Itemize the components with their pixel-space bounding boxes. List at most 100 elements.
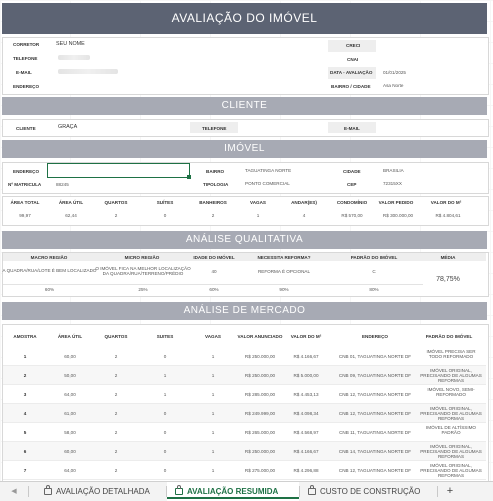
sample-number[interactable]: 7 bbox=[6, 468, 44, 473]
table-cell[interactable]: 1 bbox=[145, 373, 185, 378]
sample-number[interactable]: 6 bbox=[6, 449, 44, 454]
metric-value[interactable]: 0 bbox=[145, 213, 185, 218]
qual-percent: 60% bbox=[44, 287, 55, 292]
table-cell[interactable]: R$ 4.568,97 bbox=[284, 430, 328, 435]
table-cell[interactable]: 2 bbox=[96, 411, 136, 416]
table-cell[interactable]: 60,00 bbox=[50, 354, 90, 359]
table-cell[interactable]: 1 bbox=[193, 449, 233, 454]
sample-number[interactable]: 1 bbox=[6, 354, 44, 359]
cliente-value[interactable]: GRAÇA bbox=[58, 124, 77, 130]
imovel-endereco-input[interactable] bbox=[47, 163, 190, 178]
metric-value[interactable]: R$ 4.804,61 bbox=[424, 213, 472, 218]
table-cell[interactable]: R$ 265.000,00 bbox=[236, 430, 284, 435]
imovel-cidade-value[interactable]: BRASILIA bbox=[383, 168, 404, 173]
table-cell[interactable]: CNB 14, TAGUATINGA NORTE DF bbox=[330, 449, 420, 454]
cell-fill-handle[interactable] bbox=[187, 175, 191, 179]
table-cell[interactable]: IMÓVEL ORIGINAL, PRECISANDO DE ALGUMAS R… bbox=[420, 463, 482, 479]
metric-value[interactable]: 62,44 bbox=[52, 213, 90, 218]
table-cell[interactable]: 1 bbox=[193, 373, 233, 378]
table-cell[interactable]: IMÓVEL ORIGINAL, PRECISANDO DE ALGUMAS R… bbox=[420, 406, 482, 422]
table-cell[interactable]: 61,00 bbox=[50, 411, 90, 416]
table-cell[interactable]: CNB 12, TAGUATINGA NORTE DF bbox=[330, 411, 420, 416]
metric-value[interactable]: 1 bbox=[238, 213, 278, 218]
table-cell[interactable]: R$ 250.000,00 bbox=[236, 373, 284, 378]
metric-value[interactable]: R$ 300.000,00 bbox=[374, 213, 422, 218]
table-cell[interactable]: 0 bbox=[145, 430, 185, 435]
table-cell[interactable]: 1 bbox=[193, 430, 233, 435]
table-cell[interactable]: CNB 12, TAGUATINGA NORTE DF bbox=[330, 392, 420, 397]
table-cell[interactable]: 0 bbox=[145, 411, 185, 416]
table-cell[interactable]: 58,00 bbox=[50, 430, 90, 435]
table-cell[interactable]: R$ 4.166,67 bbox=[284, 354, 328, 359]
matricula-value[interactable]: 88245 bbox=[56, 182, 69, 187]
imovel-bairro-value[interactable]: TAGUATINGA NORTE bbox=[245, 168, 291, 173]
sample-number[interactable]: 5 bbox=[6, 430, 44, 435]
metric-value[interactable]: 4 bbox=[284, 213, 324, 218]
sample-number[interactable]: 2 bbox=[6, 373, 44, 378]
metric-value[interactable]: 99,97 bbox=[6, 213, 44, 218]
metric-value[interactable]: 2 bbox=[193, 213, 233, 218]
table-cell[interactable]: R$ 5.000,00 bbox=[284, 373, 328, 378]
table-cell[interactable]: 1 bbox=[193, 411, 233, 416]
sample-number[interactable]: 4 bbox=[6, 411, 44, 416]
email-value-redacted[interactable] bbox=[58, 69, 118, 74]
table-cell[interactable]: CNB 12, TAGUATINGA NORTE DF bbox=[330, 468, 420, 473]
table-cell[interactable]: IMÓVEL PRECISA SER TODO REFORMADO bbox=[420, 349, 482, 359]
add-sheet-button[interactable]: + bbox=[443, 482, 457, 501]
table-cell[interactable]: CNB 11, TAGUATINGA NORTE DF bbox=[330, 430, 420, 435]
qual-reforma-value[interactable]: REFORMA É OPCIONAL bbox=[240, 269, 328, 274]
spreadsheet-canvas[interactable]: AVALIAÇÃO DO IMÓVEL CORRETOR SEU NOME TE… bbox=[0, 0, 493, 481]
table-cell[interactable]: R$ 275.000,00 bbox=[236, 468, 284, 473]
table-cell[interactable]: 2 bbox=[96, 373, 136, 378]
bairro-cidade-value[interactable]: Asa Norte bbox=[383, 83, 403, 88]
table-cell[interactable]: R$ 250.000,00 bbox=[236, 354, 284, 359]
table-cell[interactable]: R$ 250.000,00 bbox=[236, 449, 284, 454]
table-cell[interactable]: R$ 285.000,00 bbox=[236, 392, 284, 397]
table-cell[interactable]: 1 bbox=[193, 468, 233, 473]
table-cell[interactable]: 60,00 bbox=[50, 449, 90, 454]
table-cell[interactable]: IMÓVEL ORIGINAL, PRECISANDO DE ALGUMAS R… bbox=[420, 444, 482, 460]
table-cell[interactable]: 0 bbox=[145, 449, 185, 454]
table-cell[interactable]: R$ 4.453,13 bbox=[284, 392, 328, 397]
table-cell[interactable]: R$ 4.166,67 bbox=[284, 449, 328, 454]
table-cell[interactable]: R$ 4.098,34 bbox=[284, 411, 328, 416]
table-cell[interactable]: CNB 09, TAGUATINGA NORTE DF bbox=[330, 373, 420, 378]
qual-idade-value[interactable]: 40 bbox=[190, 269, 238, 274]
cep-value[interactable]: 72315XX bbox=[383, 181, 402, 186]
tab-avaliacao-resumida[interactable]: AVALIAÇÃO RESUMIDA bbox=[167, 482, 299, 501]
table-cell[interactable]: 0 bbox=[145, 468, 185, 473]
table-cell[interactable]: R$ 249.999,00 bbox=[236, 411, 284, 416]
table-cell[interactable]: 2 bbox=[96, 468, 136, 473]
table-cell[interactable]: 1 bbox=[193, 392, 233, 397]
table-cell[interactable]: 2 bbox=[96, 430, 136, 435]
qual-micro-value[interactable]: O IMÓVEL FICA NA MELHOR LOCALIZAÇÃO DA Q… bbox=[95, 266, 191, 277]
tab-scroll-left-button[interactable]: ◀ bbox=[4, 482, 24, 501]
telefone-value-redacted[interactable] bbox=[58, 55, 90, 60]
tipologia-value[interactable]: PONTO COMERCIAL bbox=[245, 181, 290, 186]
table-cell[interactable]: 0 bbox=[145, 354, 185, 359]
metric-value[interactable]: R$ 570,00 bbox=[330, 213, 374, 218]
table-cell[interactable]: 1 bbox=[193, 354, 233, 359]
tab-avaliacao-detalhada[interactable]: AVALIAÇÃO DETALHADA bbox=[44, 482, 164, 501]
qual-header: MACRO REGIÃO bbox=[30, 255, 68, 260]
table-cell[interactable]: CNB 01, TAGUATINGA NORTE DF bbox=[330, 354, 420, 359]
sample-number[interactable]: 3 bbox=[6, 392, 44, 397]
qual-macro-value[interactable]: A QUADRA/RUA/LOTE É BEM LOCALIZADO bbox=[2, 268, 97, 273]
table-cell[interactable]: 50,00 bbox=[50, 373, 90, 378]
corretor-value[interactable]: SEU NOME bbox=[56, 41, 85, 47]
table-cell[interactable]: IMÓVEL DE ALTÍSSIMO PADRÃO bbox=[420, 425, 482, 435]
table-cell[interactable]: 64,00 bbox=[50, 392, 90, 397]
table-cell[interactable]: R$ 4.296,88 bbox=[284, 468, 328, 473]
table-cell[interactable]: 64,00 bbox=[50, 468, 90, 473]
table-cell[interactable]: 2 bbox=[96, 392, 136, 397]
table-cell[interactable]: 2 bbox=[96, 354, 136, 359]
tab-custo-de-construcao[interactable]: CUSTO DE CONSTRUÇÃO bbox=[308, 482, 436, 501]
table-cell[interactable]: IMÓVEL NOVO, SEMI-REFORMADO bbox=[420, 387, 482, 397]
table-cell[interactable]: 2 bbox=[96, 449, 136, 454]
table-cell[interactable]: 1 bbox=[145, 392, 185, 397]
metric-value[interactable]: 2 bbox=[96, 213, 136, 218]
data-value[interactable]: 01/01/2025 bbox=[383, 70, 406, 75]
mercado-header: VALOR DO M² bbox=[290, 334, 322, 339]
qual-padrao-value[interactable]: C bbox=[330, 269, 418, 274]
table-cell[interactable]: IMÓVEL ORIGINAL, PRECISANDO DE ALGUMAS R… bbox=[420, 368, 482, 384]
